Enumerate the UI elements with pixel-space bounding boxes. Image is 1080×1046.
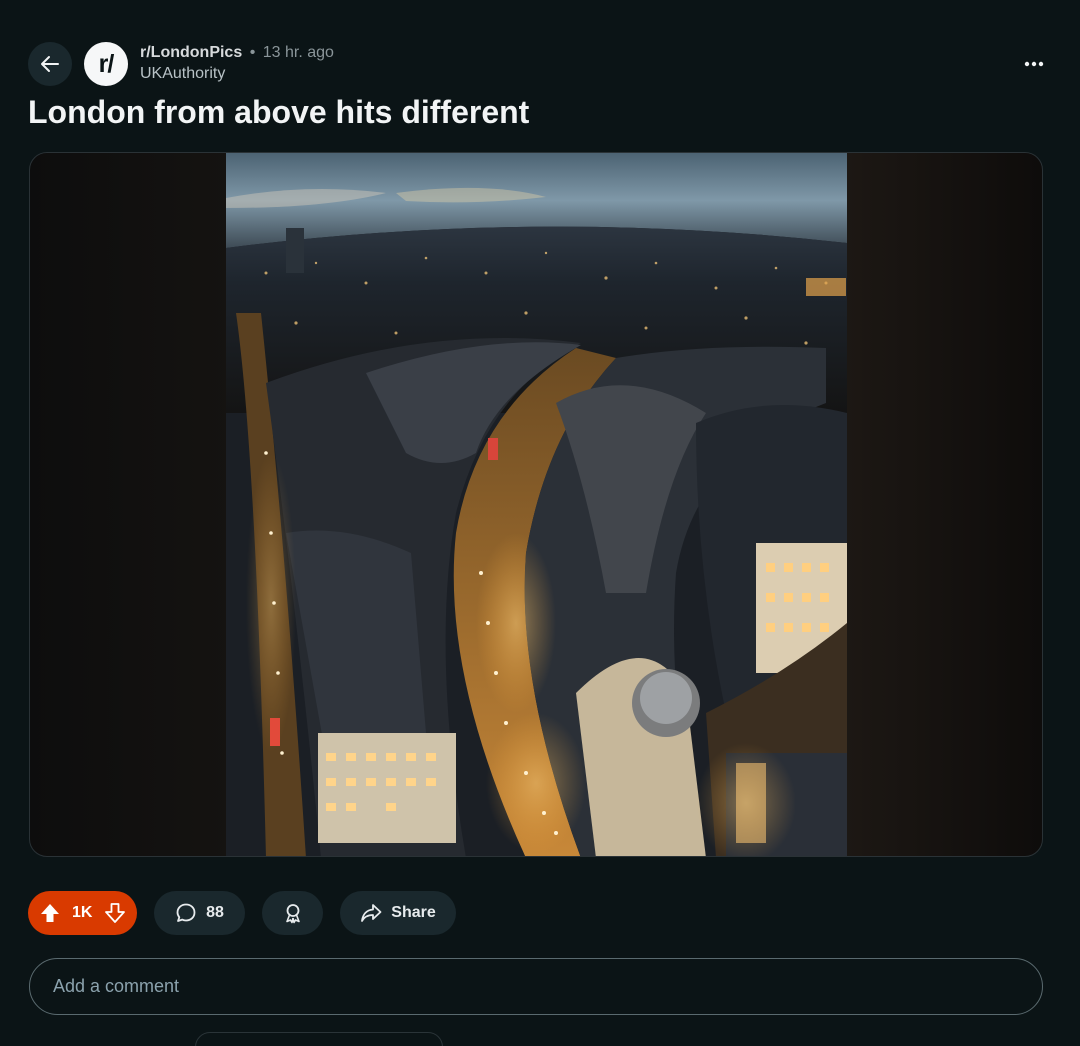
award-button[interactable]	[262, 891, 323, 935]
post-title: London from above hits different	[28, 94, 530, 130]
speech-bubble-icon	[176, 903, 196, 922]
post-detail-page: r/ r/LondonPics • 13 hr. ago UKAuthority…	[0, 0, 1080, 1046]
share-button[interactable]: Share	[340, 891, 456, 935]
vote-control: 1K	[28, 891, 137, 935]
comments-button[interactable]: 88	[154, 891, 245, 935]
sort-control[interactable]	[195, 1032, 443, 1046]
back-button[interactable]	[28, 42, 72, 86]
award-ribbon-icon	[285, 904, 300, 924]
upvote-button[interactable]	[36, 899, 64, 927]
subreddit-avatar[interactable]: r/	[84, 42, 128, 86]
post-meta: r/LondonPics • 13 hr. ago UKAuthority	[140, 43, 334, 85]
scroll-edge-marker	[1076, 732, 1080, 744]
post-media[interactable]	[29, 152, 1043, 857]
post-author[interactable]: UKAuthority	[140, 63, 334, 85]
share-arrow-icon	[361, 904, 382, 922]
meta-separator: •	[249, 44, 256, 61]
vote-count: 1K	[72, 904, 93, 921]
post-time: 13 hr. ago	[262, 44, 334, 61]
scroll-edge-marker	[1076, 698, 1080, 710]
more-options-button[interactable]	[1016, 46, 1052, 82]
downvote-button[interactable]	[101, 899, 129, 927]
downvote-arrow-icon	[105, 903, 125, 923]
more-horizontal-icon	[1024, 61, 1044, 67]
subreddit-avatar-text: r/	[98, 49, 115, 78]
add-comment-input[interactable]: Add a comment	[29, 958, 1043, 1015]
post-image	[226, 153, 847, 856]
comment-count: 88	[206, 904, 224, 921]
upvote-arrow-icon	[41, 904, 59, 922]
subreddit-name[interactable]: r/LondonPics	[140, 44, 242, 61]
arrow-left-icon	[41, 56, 59, 72]
share-label: Share	[391, 904, 436, 921]
add-comment-placeholder: Add a comment	[53, 976, 180, 996]
